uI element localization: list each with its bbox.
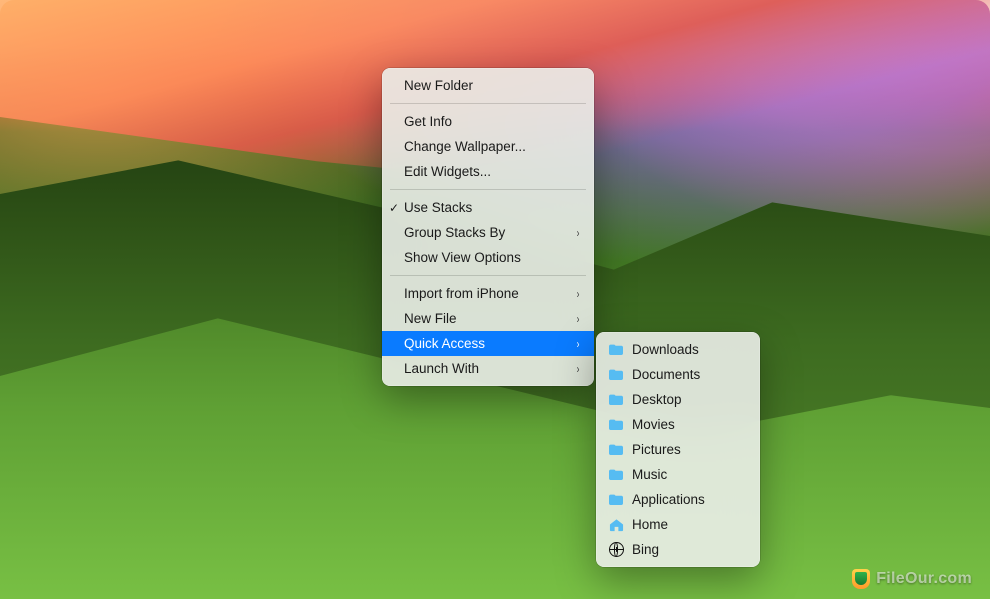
- submenu-item-label: Bing: [632, 541, 746, 559]
- menu-item-label: Quick Access: [404, 335, 576, 353]
- menu-item-launch-with[interactable]: Launch With ›: [382, 356, 594, 381]
- folder-icon: [608, 442, 624, 458]
- watermark-text: FileOur.com: [876, 570, 972, 588]
- menu-item-label: Get Info: [404, 113, 580, 131]
- globe-icon: [608, 542, 624, 558]
- submenu-item-music[interactable]: Music: [596, 462, 760, 487]
- watermark: FileOur.com: [852, 569, 972, 589]
- home-icon: [608, 517, 624, 533]
- menu-item-label: New File: [404, 310, 576, 328]
- menu-item-import-from-iphone[interactable]: Import from iPhone ›: [382, 281, 594, 306]
- submenu-item-downloads[interactable]: Downloads: [596, 337, 760, 362]
- submenu-item-label: Movies: [632, 416, 746, 434]
- menu-item-label: Group Stacks By: [404, 224, 576, 242]
- menu-item-new-file[interactable]: New File ›: [382, 306, 594, 331]
- menu-item-label: Edit Widgets...: [404, 163, 580, 181]
- menu-separator: [390, 103, 586, 104]
- chevron-right-icon: ›: [577, 288, 580, 300]
- folder-icon: [608, 417, 624, 433]
- submenu-item-bing[interactable]: Bing: [596, 537, 760, 562]
- menu-item-group-stacks-by[interactable]: Group Stacks By ›: [382, 220, 594, 245]
- submenu-item-documents[interactable]: Documents: [596, 362, 760, 387]
- menu-separator: [390, 189, 586, 190]
- menu-item-label: New Folder: [404, 77, 580, 95]
- folder-icon: [608, 392, 624, 408]
- submenu-item-movies[interactable]: Movies: [596, 412, 760, 437]
- menu-item-label: Show View Options: [404, 249, 580, 267]
- submenu-item-applications[interactable]: Applications: [596, 487, 760, 512]
- submenu-item-pictures[interactable]: Pictures: [596, 437, 760, 462]
- chevron-right-icon: ›: [577, 313, 580, 325]
- submenu-item-home[interactable]: Home: [596, 512, 760, 537]
- menu-item-label: Change Wallpaper...: [404, 138, 580, 156]
- menu-item-label: Use Stacks: [404, 199, 580, 217]
- chevron-right-icon: ›: [577, 363, 580, 375]
- menu-item-edit-widgets[interactable]: Edit Widgets...: [382, 159, 594, 184]
- checkmark-icon: ✓: [389, 202, 399, 214]
- menu-item-new-folder[interactable]: New Folder: [382, 73, 594, 98]
- chevron-right-icon: ›: [577, 338, 580, 350]
- desktop-context-menu: New Folder Get Info Change Wallpaper... …: [382, 68, 594, 386]
- submenu-item-label: Applications: [632, 491, 746, 509]
- desktop-wallpaper[interactable]: New Folder Get Info Change Wallpaper... …: [0, 0, 990, 599]
- submenu-item-label: Music: [632, 466, 746, 484]
- menu-item-show-view-options[interactable]: Show View Options: [382, 245, 594, 270]
- menu-item-quick-access[interactable]: Quick Access ›: [382, 331, 594, 356]
- shield-icon: [852, 569, 870, 589]
- submenu-item-label: Home: [632, 516, 746, 534]
- chevron-right-icon: ›: [577, 227, 580, 239]
- folder-icon: [608, 342, 624, 358]
- folder-icon: [608, 367, 624, 383]
- submenu-item-label: Downloads: [632, 341, 746, 359]
- menu-separator: [390, 275, 586, 276]
- submenu-item-label: Pictures: [632, 441, 746, 459]
- quick-access-submenu: Downloads Documents Desktop Movies Pictu…: [596, 332, 760, 567]
- folder-icon: [608, 467, 624, 483]
- menu-item-use-stacks[interactable]: ✓ Use Stacks: [382, 195, 594, 220]
- menu-item-label: Launch With: [404, 360, 576, 378]
- folder-icon: [608, 492, 624, 508]
- submenu-item-desktop[interactable]: Desktop: [596, 387, 760, 412]
- menu-item-label: Import from iPhone: [404, 285, 576, 303]
- menu-item-get-info[interactable]: Get Info: [382, 109, 594, 134]
- submenu-item-label: Desktop: [632, 391, 746, 409]
- submenu-item-label: Documents: [632, 366, 746, 384]
- menu-item-change-wallpaper[interactable]: Change Wallpaper...: [382, 134, 594, 159]
